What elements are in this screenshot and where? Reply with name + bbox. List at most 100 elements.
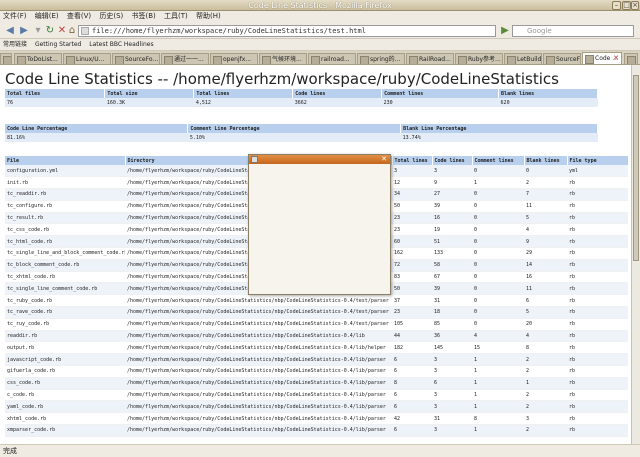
table-cell: /home/flyerhzm/workspace/ruby/CodeLineSt… [125,306,392,319]
scrollbar-thumb[interactable] [633,75,639,261]
table-cell: 0 [472,271,524,284]
tab-list-icon[interactable] [0,53,12,64]
files-header[interactable]: Comment lines [472,156,525,165]
dropdown-icon[interactable]: ▾ [32,25,44,37]
window-title: Code Line Statistics - Mozilla Firefox [248,1,392,10]
tab-8[interactable]: spring的... [357,53,405,64]
files-header[interactable]: File type [567,156,629,165]
tab-active[interactable]: Code ... ✕ [582,52,622,64]
table-cell: 133 [432,247,472,260]
url-text: file:///home/flyerhzm/workspace/ruby/Cod… [92,27,366,35]
table-cell: readdir.rb [5,330,125,343]
table-cell: /home/flyerhzm/workspace/ruby/CodeLineSt… [125,294,392,308]
minimize-button[interactable]: – [612,1,621,10]
back-arrow-icon[interactable]: ◀ [4,25,16,37]
table-cell: /home/flyerhzm/workspace/ruby/CodeLineSt… [125,424,392,437]
tab-10[interactable]: Ruby参考... [455,53,503,64]
files-header[interactable]: File [5,156,126,165]
summary-cell: 160.3K [104,98,194,107]
table-cell: 6 [392,353,432,367]
close-button[interactable]: × [631,1,639,10]
vertical-scrollbar[interactable] [631,65,640,444]
files-header[interactable]: Total lines [392,156,433,165]
table-cell: 6 [392,365,432,378]
table-cell: 9 [524,235,567,249]
popup-window-icon [251,156,258,163]
table-cell: 27 [432,188,472,201]
table-cell: rb [567,341,628,355]
reload-icon[interactable]: ↻ [44,25,56,37]
files-header[interactable]: Blank lines [524,156,568,165]
url-bar[interactable]: file:///home/flyerhzm/workspace/ruby/Cod… [78,25,496,37]
bookmark-getting-started[interactable]: Getting Started [35,39,81,50]
table-row: output.rb/home/flyerhzm/workspace/ruby/C… [5,341,628,355]
tab-12[interactable]: SourceFo... [543,53,581,64]
tab-5[interactable]: openjfx... [210,53,258,64]
forward-arrow-icon[interactable]: ▶ [18,25,30,37]
table-cell: gifuerla_code.rb [5,365,125,378]
bookmark-common-links[interactable]: 常用链接 [3,39,27,50]
table-cell: 7 [524,188,567,201]
table-cell: 31 [432,294,472,308]
table-cell: 4 [524,330,567,343]
go-arrow-icon[interactable]: ▶ [499,25,511,37]
table-cell: tc_xhtml_code.rb [5,271,125,284]
menu-bookmarks[interactable]: 书签(B) [129,11,159,22]
table-cell: 3 [432,389,472,402]
menu-help[interactable]: 帮助(H) [193,11,224,22]
table-cell: 0 [472,318,524,331]
table-cell: 0 [472,223,524,237]
tab-scroll-icon[interactable] [624,53,638,64]
popup-window[interactable]: ✕ [248,154,391,295]
popup-titlebar[interactable]: ✕ [249,155,390,164]
tab-3[interactable]: SourceFo... [112,53,160,64]
page-heading: Code Line Statistics -- /home/flyerhzm/w… [5,70,559,88]
table-cell: 8 [392,377,432,390]
table-cell: 14 [524,259,567,272]
table-cell: 2 [524,365,567,378]
files-header[interactable]: Code lines [432,156,473,165]
tab-7[interactable]: railroad... [308,53,356,64]
table-cell: 1 [472,353,524,367]
menu-file[interactable]: 文件(F) [0,11,30,22]
home-icon[interactable]: ⌂ [66,25,78,37]
menu-bar: 文件(F) 编辑(E) 查看(V) 历史(S) 书签(B) 工具(T) 帮助(H… [0,11,640,22]
table-cell: 23 [392,223,432,237]
table-cell: 34 [392,188,432,201]
tab-1[interactable]: ToDoList... [14,53,62,64]
table-cell: 0 [472,212,524,225]
search-input[interactable]: Google [512,25,634,37]
table-cell: 9 [432,176,472,190]
tab-9[interactable]: RailRoad... [406,53,454,64]
table-cell: tc_html_code.rb [5,235,125,249]
table-cell: 39 [432,200,472,213]
tab-close-icon[interactable]: ✕ [613,53,619,64]
table-cell: 1 [472,176,524,190]
table-cell: 6 [392,424,432,437]
table-cell: 2 [524,389,567,402]
table-cell: 5 [524,212,567,225]
tab-11[interactable]: LetBuild... [504,53,542,64]
maximize-button[interactable]: □ [622,1,631,10]
menu-tools[interactable]: 工具(T) [161,11,191,22]
tab-bar: ToDoList... Linux/U... SourceFo... 通过一一.… [0,51,640,65]
summary-header: Total lines [193,89,294,98]
tab-2[interactable]: Linux/U... [63,53,111,64]
summary-header: Blank lines [498,89,598,98]
table-cell: rb [567,365,628,378]
table-row: xhtml_code.rb/home/flyerhzm/workspace/ru… [5,412,628,426]
table-cell: 3 [432,400,472,414]
table-cell: javascript_code.rb [5,353,125,367]
table-cell: rb [567,259,628,272]
tab-6[interactable]: 气候环境... [259,53,307,64]
menu-edit[interactable]: 编辑(E) [32,11,62,22]
menu-history[interactable]: 历史(S) [96,11,126,22]
table-cell: 105 [392,318,432,331]
table-cell: 51 [432,235,472,249]
bookmark-bbc-headlines[interactable]: Latest BBC Headlines [89,39,153,50]
menu-view[interactable]: 查看(V) [64,11,94,22]
tab-4[interactable]: 通过一一... [161,53,209,64]
table-cell: rb [567,318,628,331]
popup-close-icon[interactable]: ✕ [381,155,387,164]
table-cell: 2 [524,424,567,437]
